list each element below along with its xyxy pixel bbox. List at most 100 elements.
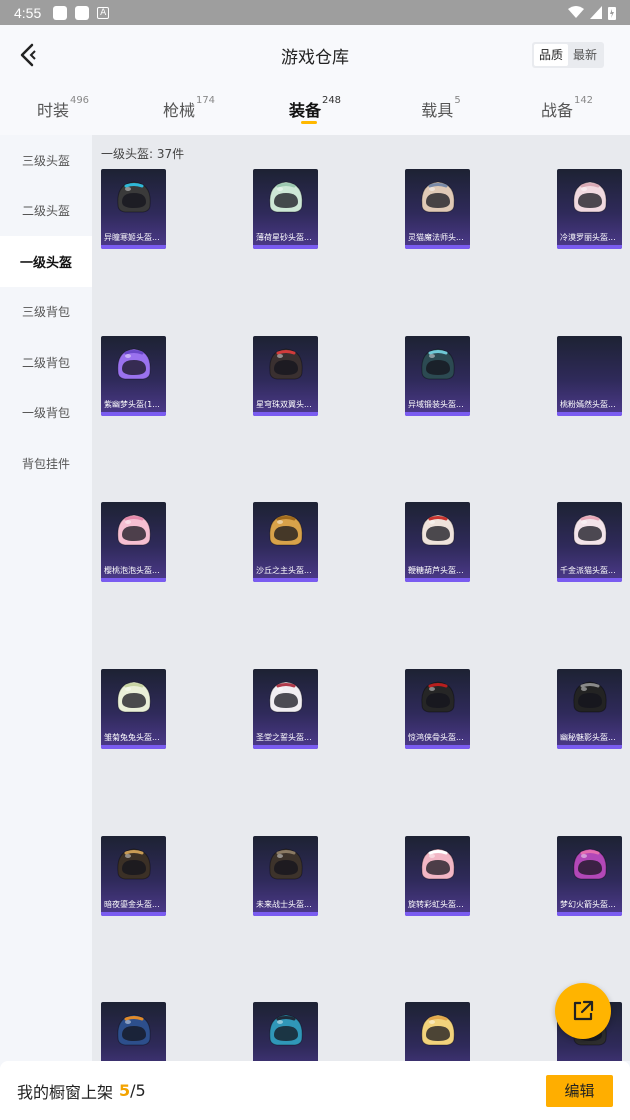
item-card-rarity-bar: [557, 578, 622, 582]
tab-label: 战备: [540, 101, 573, 120]
helmet-icon: [117, 181, 151, 213]
item-card-name: 冷漠罗丽头盔...: [560, 233, 616, 242]
item-card[interactable]: 旋转彩虹头盔...: [405, 836, 470, 916]
sort-quality-button[interactable]: 品质: [533, 44, 568, 66]
item-card-name: 灵猫魔法师头...: [408, 233, 464, 242]
item-card-name: 暗夜鎏金头盔...: [104, 900, 160, 909]
edit-button[interactable]: 编辑: [546, 1074, 613, 1107]
helmet-icon: [573, 514, 607, 546]
item-card[interactable]: 未来战士头盔...: [253, 836, 318, 916]
item-card[interactable]: 樱桃泡泡头盔...: [101, 502, 166, 582]
item-card-rarity-bar: [253, 912, 318, 916]
sidebar-item-level3-backpack[interactable]: 三级背包: [0, 287, 92, 338]
status-bar: 4:55 A: [0, 0, 630, 25]
tab-label: 枪械: [162, 101, 195, 120]
item-card[interactable]: 梦幻火箭头盔...: [557, 836, 622, 916]
item-card-rarity-bar: [253, 745, 318, 749]
status-icons: [568, 6, 616, 20]
category-tabs: 时装496 枪械174 装备248 载具5 战备142: [0, 85, 630, 135]
showcase-bar: 我的橱窗上架 5 / 5 编辑: [0, 1061, 630, 1120]
helmet-icon: [421, 348, 455, 380]
item-card-rarity-bar: [557, 912, 622, 916]
showcase-current-count: 5: [119, 1081, 131, 1100]
sidebar-item-level3-helmet[interactable]: 三级头盔: [0, 135, 92, 186]
item-card-name: 雏菊兔兔头盔...: [104, 733, 160, 742]
back-button[interactable]: [14, 39, 42, 71]
item-card[interactable]: 紫幽梦头盔(1...: [101, 336, 166, 416]
item-card-name: 幽秘魅影头盔...: [560, 733, 616, 742]
item-count-label: 一级头盔: 37件: [101, 147, 185, 161]
item-card-name: 旋转彩虹头盔...: [408, 900, 464, 909]
item-card-name: 桃粉嫣然头盔...: [560, 400, 616, 409]
notification-icon: [75, 5, 90, 20]
tab-fashion[interactable]: 时装496: [0, 85, 126, 135]
item-card[interactable]: 幽秘魅影头盔...: [557, 669, 622, 749]
helmet-icon: [573, 681, 607, 713]
helmet-icon: [117, 514, 151, 546]
helmet-icon: [269, 681, 303, 713]
sidebar-item-level2-backpack[interactable]: 二级背包: [0, 337, 92, 388]
item-card[interactable]: 雏菊兔兔头盔...: [101, 669, 166, 749]
battery-icon: [608, 6, 616, 20]
sidebar-item-level1-backpack[interactable]: 一级背包: [0, 388, 92, 439]
item-card[interactable]: 圣堂之誓头盔...: [253, 669, 318, 749]
external-link-icon: [573, 1000, 594, 1021]
item-grid: 一级头盔: 37件 异瞳寒姬头盔... 薄荷星砂头盔... 灵猫魔法师头... 冷漠罗…: [92, 135, 630, 1061]
item-card[interactable]: 惊鸿侠骨头盔...: [405, 669, 470, 749]
helmet-icon: [117, 681, 151, 713]
item-card[interactable]: 桃粉嫣然头盔...: [557, 336, 622, 416]
wifi-icon: [568, 6, 584, 18]
tab-vehicles[interactable]: 载具5: [378, 85, 504, 135]
tab-count: 5: [454, 95, 461, 106]
sort-newest-button[interactable]: 最新: [568, 44, 602, 66]
item-card-name: 梦幻火箭头盔...: [560, 900, 616, 909]
helmet-icon: [269, 348, 303, 380]
item-card[interactable]: [405, 1002, 470, 1061]
item-card[interactable]: 冷漠罗丽头盔...: [557, 169, 622, 249]
status-time: 4:55: [14, 4, 42, 21]
item-card[interactable]: 薄荷星砂头盔...: [253, 169, 318, 249]
helmet-icon: [573, 848, 607, 880]
helmet-icon: [117, 348, 151, 380]
helmet-icon: [421, 681, 455, 713]
showcase-label: 我的橱窗上架: [17, 1082, 114, 1102]
signal-icon: [590, 6, 602, 19]
item-card[interactable]: [253, 1002, 318, 1061]
item-card[interactable]: 星穹珠双翼头...: [253, 336, 318, 416]
tab-label: 载具: [421, 101, 454, 120]
tab-equipment[interactable]: 装备248: [252, 85, 378, 135]
item-card-name: 圣堂之誓头盔...: [256, 733, 312, 742]
item-card[interactable]: 暗夜鎏金头盔...: [101, 836, 166, 916]
item-card-name: 沙丘之主头盔...: [256, 566, 312, 575]
item-card[interactable]: 异瞳寒姬头盔...: [101, 169, 166, 249]
sidebar-item-backpack-charm[interactable]: 背包挂件: [0, 438, 92, 489]
sidebar: 三级头盔 二级头盔 一级头盔 三级背包 二级背包 一级背包 背包挂件: [0, 135, 92, 1061]
item-card[interactable]: [101, 1002, 166, 1061]
item-card-name: 紫幽梦头盔(1...: [104, 400, 160, 409]
item-card[interactable]: 异域锻装头盔...: [405, 336, 470, 416]
item-card-rarity-bar: [101, 412, 166, 416]
item-card-name: 未来战士头盔...: [256, 900, 312, 909]
helmet-icon: [421, 514, 455, 546]
item-card[interactable]: 灵猫魔法师头...: [405, 169, 470, 249]
helmet-icon: [269, 514, 303, 546]
sidebar-item-level1-helmet[interactable]: 一级头盔: [0, 236, 92, 287]
item-card-rarity-bar: [253, 412, 318, 416]
item-card-rarity-bar: [101, 245, 166, 249]
item-card-name: 异瞳寒姬头盔...: [104, 233, 160, 242]
item-card-rarity-bar: [253, 578, 318, 582]
item-card[interactable]: 鞭糖葫芦头盔...: [405, 502, 470, 582]
item-card-rarity-bar: [101, 912, 166, 916]
tab-guns[interactable]: 枪械174: [126, 85, 252, 135]
item-card-rarity-bar: [405, 578, 470, 582]
item-card-name: 异域锻装头盔...: [408, 400, 464, 409]
item-card[interactable]: 沙丘之主头盔...: [253, 502, 318, 582]
item-card[interactable]: 千金派猫头盔...: [557, 502, 622, 582]
tab-count: 142: [573, 95, 594, 106]
item-card-rarity-bar: [101, 578, 166, 582]
sidebar-item-level2-helmet[interactable]: 二级头盔: [0, 186, 92, 237]
tab-supplies[interactable]: 战备142: [504, 85, 630, 135]
item-card-rarity-bar: [405, 412, 470, 416]
helmet-icon: [269, 181, 303, 213]
share-button[interactable]: [555, 983, 611, 1039]
